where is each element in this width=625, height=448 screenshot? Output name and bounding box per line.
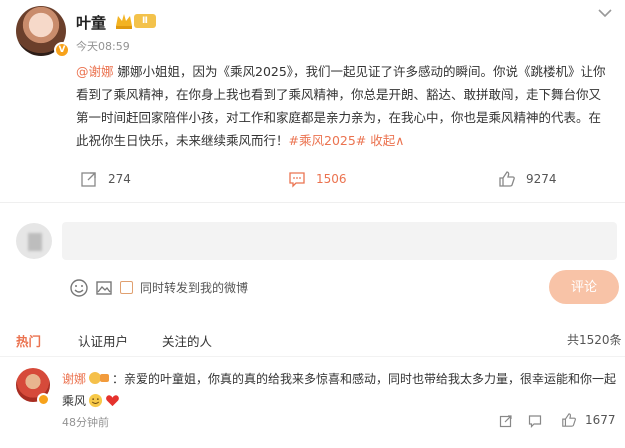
heart-emoji-icon [106,395,119,407]
smile-emoji-icon [88,393,103,408]
repost-count: 274 [108,172,131,186]
repost-button[interactable]: 274 [80,168,131,190]
collapse-link[interactable]: 收起∧ [366,133,404,148]
fan-medal-icon [89,372,110,384]
author-name[interactable]: 叶童 [76,12,106,33]
repost-icon [81,172,96,187]
repost-checkbox-label: 同时转发到我的微博 [140,281,249,295]
comment-text: 谢娜 ：亲爱的叶童姐，你真的真的给我来多惊喜和感动，同时也带给我太多力量，很幸运能… [62,368,617,412]
mention-link[interactable]: @谢娜 [76,64,114,79]
current-user-avatar [16,223,52,259]
tabs-divider [0,356,625,357]
reply-icon[interactable] [528,414,542,428]
crown-icon [116,14,132,29]
share-icon[interactable] [499,414,513,428]
comment-like-icon [562,413,576,427]
like-icon [499,171,515,187]
comment-content: ：亲爱的叶童姐，你真的真的给我来多惊喜和感动，同时也带给我太多力量，很幸运能和你… [62,372,617,408]
comment-user[interactable]: 谢娜 [62,372,86,386]
post-time[interactable]: 今天08:59 [76,38,130,54]
comment-like-count: 1677 [585,413,616,427]
more-icon[interactable] [596,6,614,20]
level-badge: Ⅱ [134,14,156,28]
hashtag-link[interactable]: #乘风2025# [289,133,367,148]
verified-badge-icon: V [54,42,70,58]
repost-checkbox[interactable] [120,281,133,294]
comment-button[interactable]: 1506 [288,168,347,190]
comment-like-button[interactable]: 1677 [561,412,616,428]
comment-verified-icon [37,393,50,406]
emoji-icon[interactable] [69,278,89,298]
post-text: @谢娜 娜娜小姐姐，因为《乘风2025》，我们一起见证了许多感动的瞬间。你说《跳… [76,60,611,152]
comment-time: 48分钟前 [62,416,109,429]
tab-hot[interactable]: 热门 [16,331,41,350]
tab-verified-users[interactable]: 认证用户 [78,331,128,350]
comment-total: 共1520条 [567,333,622,347]
like-button[interactable]: 9274 [498,168,557,190]
comment-icon [289,172,305,188]
like-count: 9274 [526,172,557,186]
comment-input[interactable] [62,222,617,260]
comment-count: 1506 [316,172,347,186]
image-icon[interactable] [94,278,114,298]
submit-comment-button[interactable]: 评论 [549,270,619,304]
tab-following[interactable]: 关注的人 [162,331,212,350]
section-divider [0,202,625,203]
